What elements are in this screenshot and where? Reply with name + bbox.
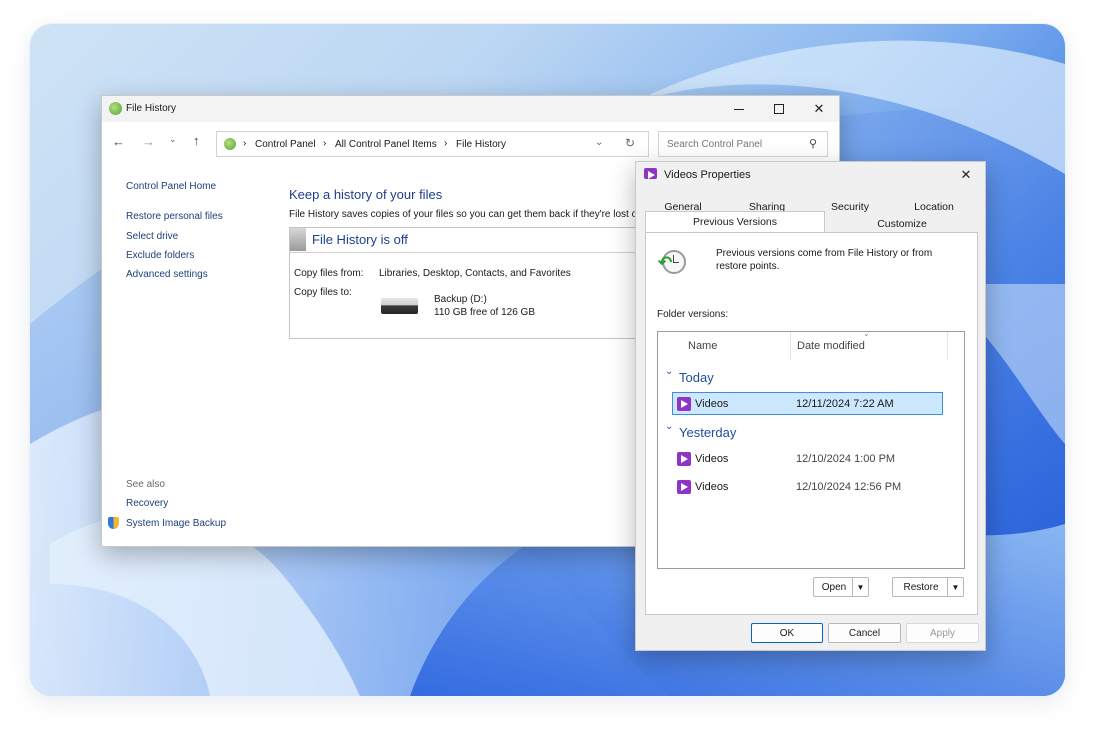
minimize-button[interactable] — [719, 96, 759, 122]
column-divider — [947, 332, 948, 360]
close-icon: ✕ — [960, 167, 972, 182]
address-box[interactable]: › Control Panel › All Control Panel Item… — [216, 131, 649, 157]
videos-folder-icon — [677, 452, 691, 466]
recent-locations-chevron-icon[interactable]: ⌄ — [169, 134, 177, 145]
sort-chevron-icon: ⌄ — [863, 329, 870, 338]
cancel-button-label: Cancel — [848, 627, 881, 639]
open-button-label: Open — [821, 581, 847, 593]
copy-to-label: Copy files to: — [294, 287, 352, 298]
maximize-icon — [774, 104, 784, 114]
copy-from-value: Libraries, Desktop, Contacts, and Favori… — [379, 268, 571, 279]
control-panel-icon — [224, 138, 236, 150]
row-date: 12/11/2024 7:22 AM — [796, 398, 894, 410]
group-collapse-chevron-icon[interactable]: ⌄ — [665, 421, 673, 432]
back-icon[interactable]: ← — [112, 134, 125, 149]
search-input[interactable]: Search Control Panel — [667, 139, 762, 150]
ok-button-label: OK — [779, 627, 795, 639]
page-description: File History saves copies of your files … — [289, 209, 638, 220]
search-icon[interactable]: ⚲ — [809, 137, 817, 150]
minimize-icon — [734, 108, 744, 110]
row-name: Videos — [695, 398, 729, 410]
cancel-button[interactable]: Cancel — [828, 623, 901, 643]
breadcrumb-file-history[interactable]: File History — [456, 139, 506, 150]
row-date: 12/10/2024 12:56 PM — [796, 481, 902, 493]
videos-folder-icon — [644, 168, 657, 179]
refresh-icon[interactable]: ↻ — [625, 136, 635, 150]
restore-clock-icon: ↶ — [658, 246, 688, 276]
breadcrumb-separator-icon: › — [243, 138, 247, 149]
tab-previous-versions-active[interactable]: Previous Versions — [645, 211, 825, 233]
apply-button[interactable]: Apply — [906, 623, 979, 643]
open-button[interactable]: Open ▼ — [813, 577, 869, 597]
status-title: File History is off — [312, 232, 408, 247]
close-icon: ✕ — [813, 101, 825, 116]
tab-customize[interactable]: Customize — [832, 218, 972, 230]
drive-space: 110 GB free of 126 GB — [434, 307, 535, 318]
breadcrumb-all-items[interactable]: All Control Panel Items — [335, 139, 437, 150]
drive-name: Backup (D:) — [434, 294, 487, 305]
address-dropdown-icon[interactable]: ⌄ — [595, 137, 603, 148]
status-color-bar — [290, 228, 306, 251]
row-name: Videos — [695, 453, 729, 465]
copy-from-label: Copy files from: — [294, 268, 364, 279]
previous-versions-info: Previous versions come from File History… — [716, 248, 933, 272]
navigation-bar: ← → ⌄ ↑ › Control Panel › All Control Pa… — [102, 122, 839, 162]
breadcrumb-separator-icon: › — [323, 138, 327, 149]
folder-versions-label: Folder versions: — [657, 309, 729, 320]
restore-personal-files-link[interactable]: Restore personal files — [126, 211, 223, 222]
breadcrumb-control-panel[interactable]: Control Panel — [255, 139, 316, 150]
tab-page: ↶ Previous versions come from File Histo… — [645, 232, 978, 615]
control-panel-home-link[interactable]: Control Panel Home — [126, 181, 216, 192]
open-dropdown-icon[interactable]: ▼ — [852, 578, 868, 596]
breadcrumb-separator-icon: › — [444, 138, 448, 149]
folder-versions-list[interactable]: Name ⌄ Date modified ⌄ Today Videos 12/1… — [657, 329, 965, 569]
apply-button-label: Apply — [929, 627, 955, 639]
system-image-backup-link[interactable]: System Image Backup — [126, 518, 226, 529]
exclude-folders-link[interactable]: Exclude folders — [126, 250, 194, 261]
advanced-settings-link[interactable]: Advanced settings — [126, 269, 208, 280]
tab-location[interactable]: Location — [893, 201, 975, 213]
shield-icon — [108, 517, 119, 529]
tab-previous-versions[interactable]: Previous Versions — [646, 216, 824, 228]
close-button[interactable]: ✕ — [799, 96, 839, 122]
list-row[interactable]: Videos 12/10/2024 1:00 PM — [672, 448, 943, 471]
recovery-link[interactable]: Recovery — [126, 498, 168, 509]
row-name: Videos — [695, 481, 729, 493]
forward-icon[interactable]: → — [142, 134, 155, 149]
group-collapse-chevron-icon[interactable]: ⌄ — [665, 366, 673, 377]
videos-folder-icon — [677, 397, 691, 411]
dialog-title: Videos Properties — [664, 169, 751, 181]
restore-dropdown-icon[interactable]: ▼ — [947, 578, 963, 596]
ok-button[interactable]: OK — [751, 623, 823, 643]
title-bar: File History ✕ — [102, 96, 839, 122]
file-history-app-icon — [109, 102, 122, 115]
list-row-selected[interactable]: Videos 12/11/2024 7:22 AM — [672, 392, 943, 415]
group-yesterday[interactable]: Yesterday — [679, 425, 736, 440]
column-divider — [790, 332, 791, 360]
drive-icon — [381, 298, 418, 314]
see-also-label: See also — [126, 479, 165, 490]
search-box[interactable]: Search Control Panel ⚲ — [658, 131, 828, 157]
column-header-date[interactable]: Date modified — [797, 340, 865, 352]
restore-button-label: Restore — [903, 581, 939, 593]
select-drive-link[interactable]: Select drive — [126, 231, 178, 242]
group-today[interactable]: Today — [679, 370, 714, 385]
maximize-button[interactable] — [759, 96, 799, 122]
dialog-close-button[interactable]: ✕ — [948, 162, 984, 188]
list-row[interactable]: Videos 12/10/2024 12:56 PM — [672, 476, 943, 499]
page-heading: Keep a history of your files — [289, 187, 443, 202]
column-header-name[interactable]: Name — [688, 340, 717, 352]
videos-folder-icon — [677, 480, 691, 494]
up-icon[interactable]: ↑ — [193, 133, 200, 148]
row-date: 12/10/2024 1:00 PM — [796, 453, 896, 465]
window-title: File History — [126, 103, 177, 114]
restore-button[interactable]: Restore ▼ — [892, 577, 964, 597]
videos-properties-dialog: Videos Properties ✕ General Sharing Secu… — [635, 161, 986, 651]
